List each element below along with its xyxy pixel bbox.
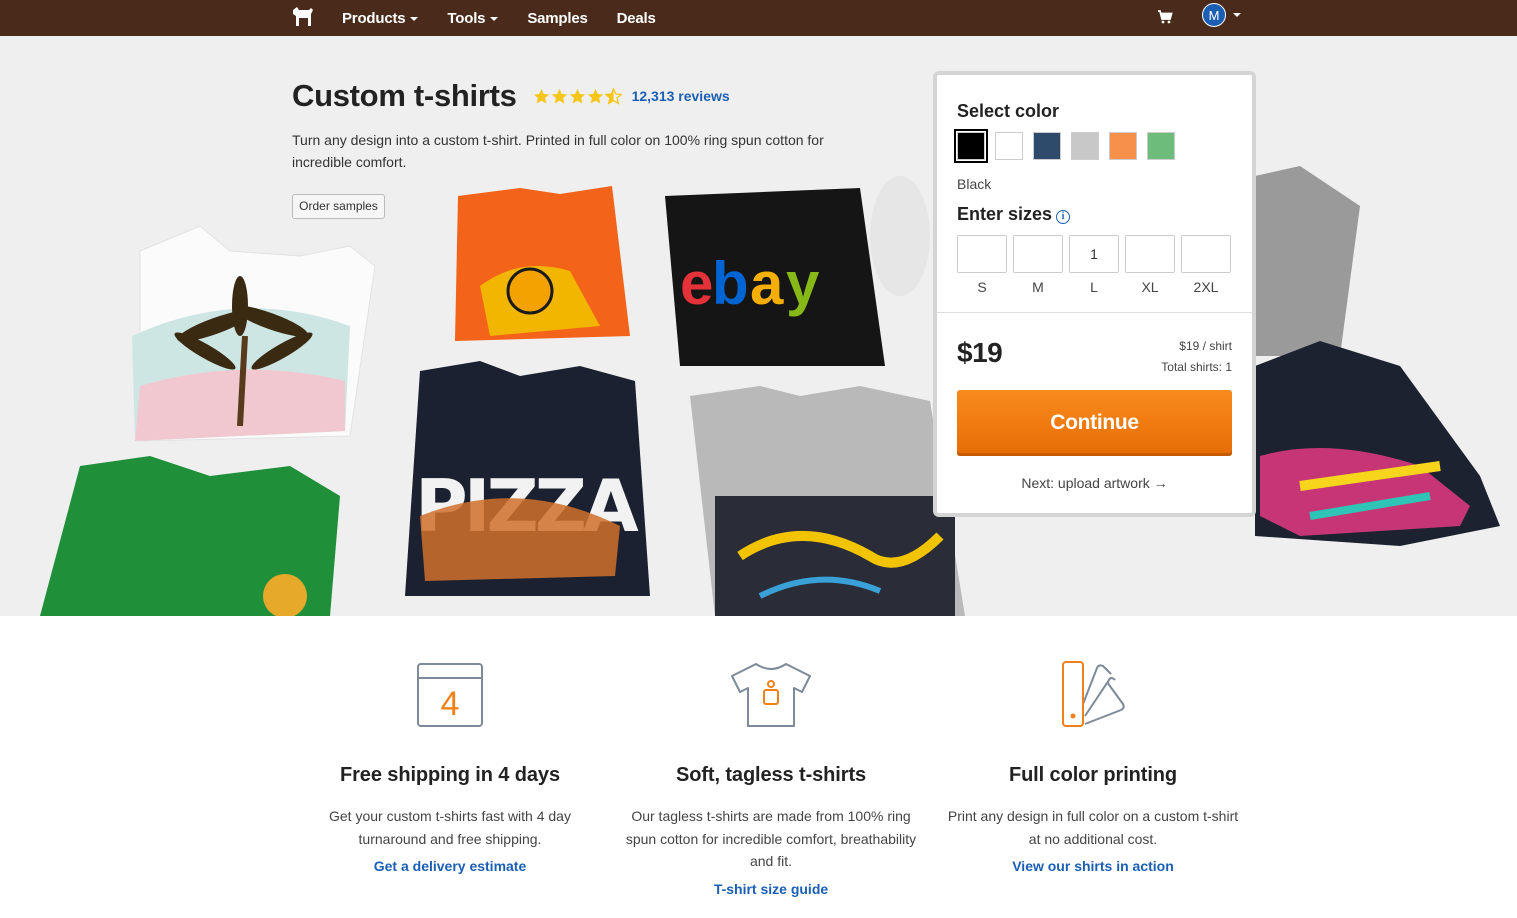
svg-text:a: a bbox=[750, 250, 784, 317]
main-menu: Products Tools Samples Deals bbox=[342, 0, 685, 36]
top-nav: Products Tools Samples Deals M bbox=[0, 0, 1517, 36]
avatar[interactable]: M bbox=[1202, 3, 1226, 27]
chevron-down-icon[interactable] bbox=[1233, 13, 1241, 17]
star-icon bbox=[587, 88, 603, 103]
chevron-down-icon bbox=[410, 16, 419, 21]
color-swatch-navy[interactable] bbox=[1033, 132, 1061, 160]
svg-text:y: y bbox=[786, 250, 820, 317]
tshirt-collage-image: e b a y PIZZA bbox=[40, 166, 1500, 616]
selected-color-name: Black bbox=[957, 176, 992, 192]
svg-text:e: e bbox=[680, 250, 713, 317]
color-swatches bbox=[954, 129, 1175, 163]
star-half-icon bbox=[604, 87, 622, 105]
feature-text: Get your custom t-shirts fast with 4 day… bbox=[329, 808, 571, 847]
nav-item-deals[interactable]: Deals bbox=[617, 10, 656, 27]
size-field-l: L bbox=[1069, 235, 1119, 295]
order-panel: Select color Black Enter sizesi S M L XL bbox=[933, 71, 1256, 517]
feature-shipping: 4 Free shipping in 4 days Get your custo… bbox=[300, 660, 600, 874]
feature-text: Our tagless t-shirts are made from 100% … bbox=[625, 808, 917, 869]
delivery-estimate-link[interactable]: Get a delivery estimate bbox=[300, 858, 600, 874]
nav-item-label: Products bbox=[342, 9, 406, 27]
chevron-down-icon bbox=[490, 16, 499, 21]
total-price: $19 bbox=[957, 337, 1003, 368]
size-guide-link[interactable]: T-shirt size guide bbox=[621, 881, 921, 897]
size-input-2xl[interactable] bbox=[1181, 235, 1231, 273]
select-color-label: Select color bbox=[957, 101, 1060, 121]
title-row: Custom t-shirts 12,313 reviews bbox=[292, 78, 730, 114]
enter-sizes-label: Enter sizes bbox=[957, 204, 1053, 224]
shirts-in-action-link[interactable]: View our shirts in action bbox=[943, 858, 1243, 874]
size-inputs: S M L XL 2XL bbox=[957, 235, 1231, 295]
size-label: L bbox=[1090, 279, 1098, 295]
color-swatch-green[interactable] bbox=[1147, 132, 1175, 160]
calendar-4-icon: 4 bbox=[417, 663, 483, 727]
size-field-s: S bbox=[957, 235, 1007, 295]
feature-icon-wrap bbox=[943, 660, 1243, 730]
info-icon[interactable]: i bbox=[1056, 210, 1071, 224]
feature-tagless: Soft, tagless t-shirts Our tagless t-shi… bbox=[621, 660, 921, 897]
total-shirts: Total shirts: 1 bbox=[1161, 360, 1232, 374]
panel-divider bbox=[937, 312, 1252, 313]
continue-button[interactable]: Continue bbox=[957, 390, 1232, 456]
feature-color-printing: Full color printing Print any design in … bbox=[943, 660, 1243, 874]
size-input-m[interactable] bbox=[1013, 235, 1063, 273]
size-field-m: M bbox=[1013, 235, 1063, 295]
nav-item-label: Tools bbox=[447, 9, 486, 27]
nav-item-products[interactable]: Products bbox=[342, 9, 419, 27]
page-title: Custom t-shirts bbox=[292, 78, 517, 113]
nav-item-samples[interactable]: Samples bbox=[527, 9, 588, 27]
color-swatch-orange[interactable] bbox=[1109, 132, 1137, 160]
sticker-mule-horse-icon[interactable] bbox=[289, 4, 315, 30]
feature-text: Print any design in full color on a cust… bbox=[947, 808, 1239, 847]
color-swatch-black[interactable] bbox=[954, 129, 988, 163]
feature-icon-wrap: 4 bbox=[300, 660, 600, 730]
feature-title: Free shipping in 4 days bbox=[340, 764, 560, 786]
calendar-number: 4 bbox=[441, 685, 460, 723]
next-step-text: Next: upload artwork → bbox=[1021, 475, 1168, 491]
nav-item-tools[interactable]: Tools bbox=[447, 9, 499, 27]
feature-title: Soft, tagless t-shirts bbox=[675, 764, 867, 786]
hero-section: e b a y PIZZA Custom t-shirts bbox=[0, 36, 1517, 616]
size-input-s[interactable] bbox=[957, 235, 1007, 273]
svg-text:b: b bbox=[712, 250, 749, 317]
size-field-2xl: 2XL bbox=[1181, 235, 1231, 295]
star-icon bbox=[533, 88, 549, 103]
price-details: $19 / shirt Total shirts: 1 bbox=[1161, 336, 1232, 378]
star-icon bbox=[551, 88, 567, 103]
tshirt-tag-icon bbox=[731, 663, 811, 727]
star-icon bbox=[569, 88, 585, 103]
nav-item-label: Deals bbox=[616, 9, 656, 27]
cart-icon[interactable] bbox=[1157, 9, 1173, 25]
reviews-link[interactable]: 12,313 reviews bbox=[632, 88, 730, 104]
price-per-shirt: $19 / shirt bbox=[1179, 339, 1232, 353]
size-label: XL bbox=[1141, 279, 1159, 295]
nav-item-label: Samples bbox=[527, 9, 588, 27]
order-samples-button[interactable]: Order samples bbox=[292, 194, 385, 219]
size-label: 2XL bbox=[1193, 279, 1219, 295]
color-swatch-gray[interactable] bbox=[1071, 132, 1099, 160]
size-label: S bbox=[977, 279, 987, 295]
size-label: M bbox=[1032, 279, 1044, 295]
color-swatch-white[interactable] bbox=[995, 132, 1023, 160]
color-swatch-fan-icon bbox=[1062, 661, 1125, 727]
enter-sizes-heading: Enter sizes i bbox=[957, 204, 1071, 225]
size-field-xl: XL bbox=[1125, 235, 1175, 295]
size-input-xl[interactable] bbox=[1125, 235, 1175, 273]
feature-title: Full color printing bbox=[1008, 764, 1178, 786]
rating-stars bbox=[533, 87, 622, 105]
size-input-l[interactable] bbox=[1069, 235, 1119, 273]
hero-description: Turn any design into a custom t-shirt. P… bbox=[292, 132, 824, 170]
feature-icon-wrap bbox=[621, 660, 921, 730]
